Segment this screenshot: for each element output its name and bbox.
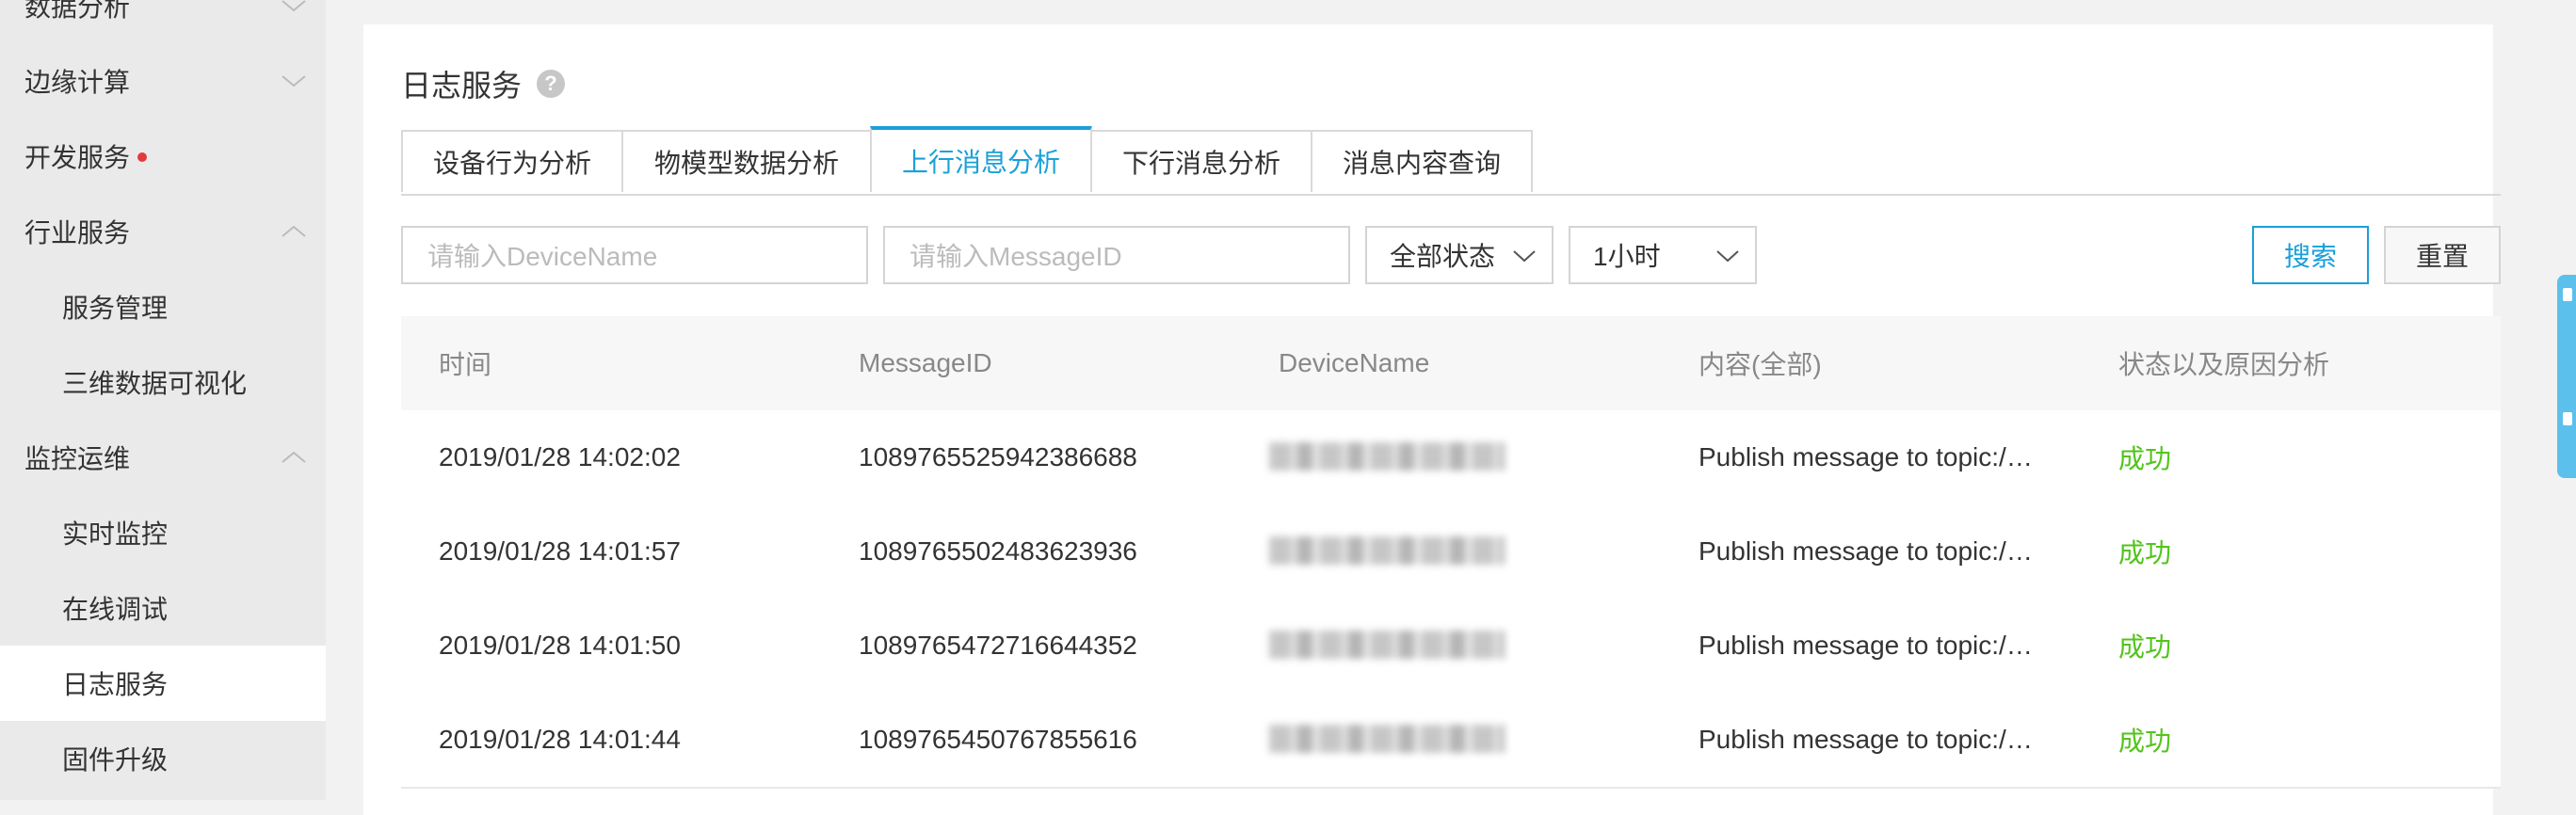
reset-button[interactable]: 重置 bbox=[2384, 226, 2501, 284]
status-select[interactable]: 全部状态 bbox=[1365, 226, 1554, 284]
column-message-id: MessageID bbox=[859, 348, 992, 377]
sidebar-item-label: 数据分析 bbox=[24, 0, 131, 22]
sidebar-item-label: 开发服务 bbox=[24, 143, 131, 172]
cell-content[interactable]: Publish message to topic:/… bbox=[1699, 410, 2033, 504]
main-panel: 日志服务 ? 设备行为分析 物模型数据分析 上行消息分析 下行消息分析 消息内容… bbox=[363, 24, 2501, 815]
redacted-device-name bbox=[1269, 725, 1505, 753]
redacted-device-name bbox=[1269, 442, 1505, 471]
cell-status: 成功 bbox=[2118, 727, 2172, 756]
sidebar-item-label: 三维数据可视化 bbox=[62, 369, 248, 398]
tab-device-behavior[interactable]: 设备行为分析 bbox=[401, 130, 623, 192]
feedback-float-tab[interactable] bbox=[2557, 275, 2576, 478]
sidebar-item-3d-visualization[interactable]: 三维数据可视化 bbox=[0, 344, 326, 420]
cell-message-id: 1089765525942386688 bbox=[859, 442, 1137, 471]
tab-label: 物模型数据分析 bbox=[653, 149, 839, 178]
cell-content[interactable]: Publish message to topic:/… bbox=[1699, 504, 2033, 599]
cell-content[interactable]: Publish message to topic:/… bbox=[1699, 693, 2033, 787]
device-name-input[interactable]: 请输入DeviceName bbox=[401, 226, 868, 284]
sidebar-item-label: 监控运维 bbox=[24, 444, 131, 473]
column-time: 时间 bbox=[439, 350, 492, 379]
tab-downstream-messages[interactable]: 下行消息分析 bbox=[1090, 130, 1312, 192]
sidebar-item-firmware-upgrade[interactable]: 固件升级 bbox=[0, 721, 326, 796]
column-content: 内容(全部) bbox=[1699, 350, 1822, 379]
sidebar-item-label: 边缘计算 bbox=[24, 68, 131, 97]
sidebar: 数据分析 边缘计算 开发服务 行业服务 服务管理 三维数据可视化 监控运维 实时… bbox=[0, 0, 326, 800]
cell-content[interactable]: Publish message to topic:/… bbox=[1699, 599, 2033, 693]
search-button[interactable]: 搜索 bbox=[2252, 226, 2369, 284]
sidebar-item-monitoring-ops[interactable]: 监控运维 bbox=[0, 420, 326, 495]
sidebar-item-data-analysis[interactable]: 数据分析 bbox=[0, 0, 326, 43]
cell-message-id: 1089765502483623936 bbox=[859, 536, 1137, 566]
cell-status: 成功 bbox=[2118, 538, 2172, 567]
message-id-input[interactable]: 请输入MessageID bbox=[883, 226, 1350, 284]
tab-message-content-query[interactable]: 消息内容查询 bbox=[1311, 130, 1533, 192]
tab-upstream-messages[interactable]: 上行消息分析 bbox=[870, 126, 1092, 192]
cell-status: 成功 bbox=[2118, 632, 2172, 662]
cell-message-id: 1089765472716644352 bbox=[859, 631, 1137, 660]
edit-icon bbox=[2563, 412, 2572, 425]
page-title-text: 日志服务 bbox=[401, 69, 523, 103]
sidebar-item-label: 行业服务 bbox=[24, 218, 131, 248]
sidebar-item-edge-computing[interactable]: 边缘计算 bbox=[0, 43, 326, 119]
column-status: 状态以及原因分析 bbox=[2118, 350, 2330, 379]
sidebar-item-label: 固件升级 bbox=[62, 745, 169, 775]
sidebar-item-label: 在线调试 bbox=[62, 595, 169, 624]
sidebar-item-online-debug[interactable]: 在线调试 bbox=[0, 570, 326, 646]
notification-dot bbox=[137, 152, 148, 162]
chevron-down-icon bbox=[282, 75, 306, 88]
table-header: 时间 MessageID DeviceName 内容(全部) 状态以及原因分析 bbox=[401, 316, 2501, 412]
time-range-select-value: 1小时 bbox=[1593, 242, 1661, 271]
tab-label: 上行消息分析 bbox=[901, 148, 1060, 177]
chevron-up-icon bbox=[282, 225, 306, 237]
tab-label: 设备行为分析 bbox=[432, 149, 591, 178]
redacted-device-name bbox=[1269, 631, 1505, 659]
table-row[interactable]: 2019/01/28 14:01:57 1089765502483623936 … bbox=[401, 504, 2501, 600]
chat-icon bbox=[2563, 288, 2572, 301]
time-range-select[interactable]: 1小时 bbox=[1569, 226, 1757, 284]
redacted-device-name bbox=[1269, 536, 1505, 565]
tab-label: 消息内容查询 bbox=[1342, 149, 1501, 178]
chevron-down-icon bbox=[1513, 250, 1536, 263]
sidebar-item-dev-services[interactable]: 开发服务 bbox=[0, 119, 326, 194]
tab-label: 下行消息分析 bbox=[1121, 149, 1280, 178]
sidebar-item-label: 日志服务 bbox=[62, 670, 169, 699]
column-device-name: DeviceName bbox=[1279, 348, 1430, 377]
cell-time: 2019/01/28 14:01:50 bbox=[439, 631, 681, 660]
cell-status: 成功 bbox=[2118, 444, 2172, 473]
cell-time: 2019/01/28 14:02:02 bbox=[439, 442, 681, 471]
table-row[interactable]: 2019/01/28 14:02:02 1089765525942386688 … bbox=[401, 410, 2501, 506]
cell-time: 2019/01/28 14:01:57 bbox=[439, 536, 681, 566]
tab-thing-model-data[interactable]: 物模型数据分析 bbox=[621, 130, 872, 192]
tab-bar: 设备行为分析 物模型数据分析 上行消息分析 下行消息分析 消息内容查询 bbox=[401, 126, 2501, 196]
sidebar-item-label: 实时监控 bbox=[62, 519, 169, 549]
help-icon[interactable]: ? bbox=[537, 70, 566, 98]
sidebar-item-log-service[interactable]: 日志服务 bbox=[0, 646, 326, 721]
sidebar-item-realtime-monitor[interactable]: 实时监控 bbox=[0, 495, 326, 570]
page-title: 日志服务 ? bbox=[401, 62, 566, 105]
sidebar-item-label: 服务管理 bbox=[62, 294, 169, 323]
sidebar-item-industry-services[interactable]: 行业服务 bbox=[0, 194, 326, 269]
cell-message-id: 1089765450767855616 bbox=[859, 725, 1137, 754]
table-row[interactable]: 2019/01/28 14:01:50 1089765472716644352 … bbox=[401, 599, 2501, 695]
chevron-down-icon bbox=[1716, 250, 1739, 263]
chevron-up-icon bbox=[282, 451, 306, 463]
cell-time: 2019/01/28 14:01:44 bbox=[439, 725, 681, 754]
table-row[interactable]: 2019/01/28 14:01:44 1089765450767855616 … bbox=[401, 693, 2501, 789]
status-select-value: 全部状态 bbox=[1390, 242, 1496, 271]
chevron-down-icon bbox=[282, 0, 306, 12]
sidebar-item-service-management[interactable]: 服务管理 bbox=[0, 269, 326, 344]
